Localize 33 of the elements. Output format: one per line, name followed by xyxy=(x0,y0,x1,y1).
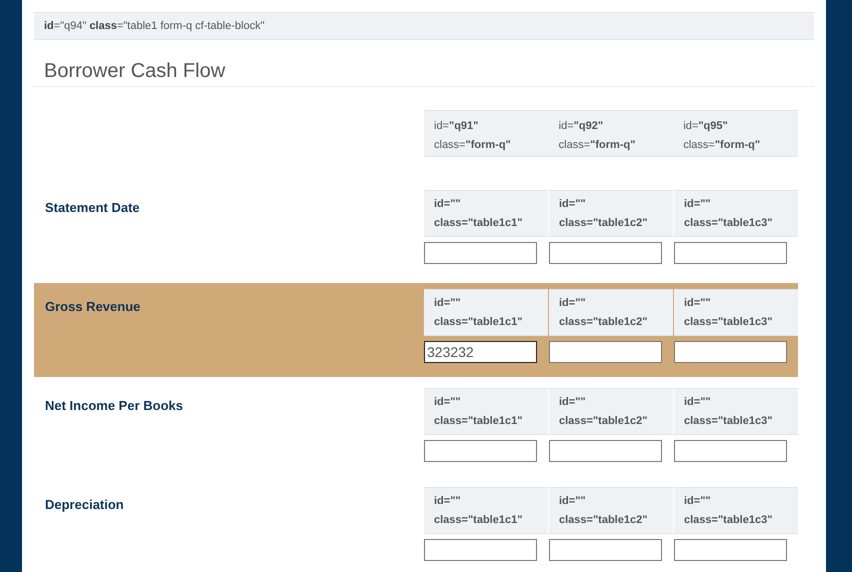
cell-header: id="" class="table1c2" xyxy=(549,487,673,534)
cell-header: id="" class="table1c1" xyxy=(424,487,548,534)
cell-header: id="" class="table1c2" xyxy=(549,289,673,336)
column-header: id="q92" class="form-q" xyxy=(548,110,674,157)
column-header: id="q95" class="form-q" xyxy=(673,110,798,157)
cell-header: id="" class="table1c1" xyxy=(424,289,548,336)
block-label: id="q94" class="table1 form-q cf-table-block" xyxy=(34,12,814,40)
cell-header: id="" class="table1c2" xyxy=(549,190,673,237)
cell-header: id="" class="table1c3" xyxy=(674,190,798,237)
row-label: Net Income Per Books xyxy=(44,397,184,415)
input-field[interactable] xyxy=(674,440,787,462)
cell-header: id="" class="table1c3" xyxy=(674,388,798,435)
input-field[interactable] xyxy=(424,242,537,264)
input-field[interactable] xyxy=(424,539,537,561)
input-field[interactable] xyxy=(549,242,662,264)
cell-header: id="" class="table1c2" xyxy=(549,388,673,435)
input-field[interactable]: 323232 xyxy=(424,341,537,363)
row-label: Statement Date xyxy=(44,199,141,217)
row-label: Depreciation xyxy=(44,496,125,514)
cell-header: id="" class="table1c3" xyxy=(674,487,798,534)
section-title: Borrower Cash Flow xyxy=(34,40,814,87)
cell-header: id="" class="table1c1" xyxy=(424,388,548,435)
input-field[interactable] xyxy=(549,440,662,462)
input-field[interactable] xyxy=(674,341,787,363)
input-field[interactable] xyxy=(674,539,787,561)
input-field[interactable] xyxy=(549,341,662,363)
cell-header: id="" class="table1c3" xyxy=(674,289,798,336)
row-label: Gross Revenue xyxy=(44,298,142,316)
column-header: id="q91" class="form-q" xyxy=(424,110,549,157)
cell-header: id="" class="table1c1" xyxy=(424,190,548,237)
input-field[interactable] xyxy=(549,539,662,561)
input-field[interactable] xyxy=(674,242,787,264)
input-field[interactable] xyxy=(424,440,537,462)
